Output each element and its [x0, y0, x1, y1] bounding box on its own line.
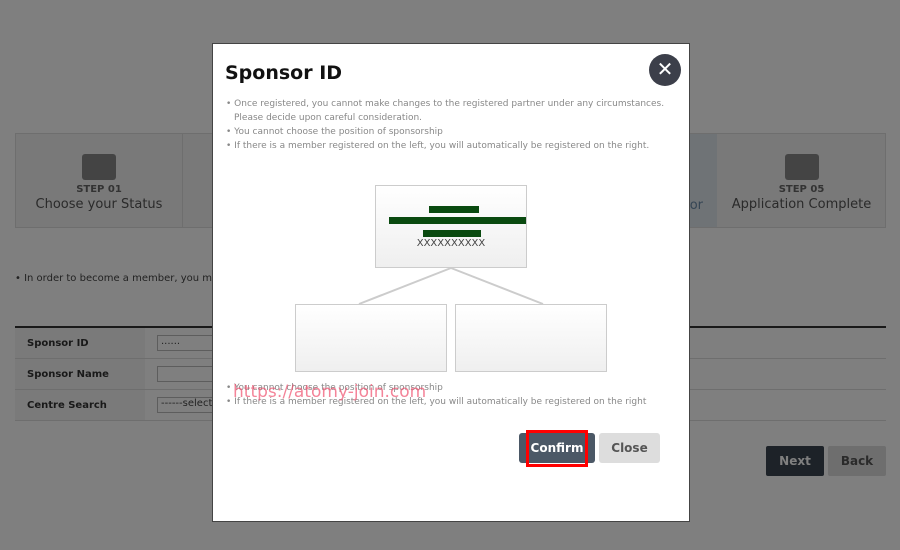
left-node [295, 304, 447, 372]
redaction [423, 230, 481, 237]
watermark: https://atomy-join.com [233, 382, 427, 402]
highlight-box [526, 430, 588, 467]
sponsor-id-modal: Sponsor ID ✕ • Once registered, you cann… [212, 43, 690, 522]
right-node [455, 304, 607, 372]
redaction [389, 217, 526, 224]
sponsor-node: XXXXXXXXXX [375, 185, 527, 268]
close-button[interactable]: Close [599, 433, 660, 463]
redaction [429, 206, 479, 213]
